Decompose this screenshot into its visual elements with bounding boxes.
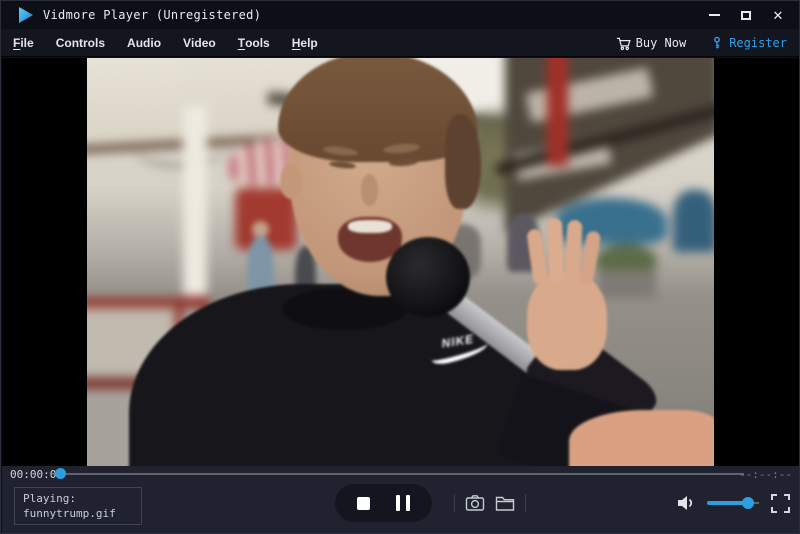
- stop-button[interactable]: [357, 497, 370, 510]
- maximize-button[interactable]: [735, 4, 757, 26]
- fullscreen-button[interactable]: [771, 494, 790, 513]
- menu-controls[interactable]: Controls: [45, 29, 116, 57]
- volume-fill: [707, 501, 745, 505]
- snapshot-button[interactable]: [465, 494, 485, 512]
- playback-controls: [335, 484, 432, 522]
- progress-bar[interactable]: [66, 473, 744, 475]
- volume-slider[interactable]: [707, 497, 759, 509]
- video-scene-foreground: NIKE: [87, 58, 714, 466]
- register-link[interactable]: Register: [710, 36, 787, 50]
- video-stage: NIKE: [2, 58, 800, 466]
- camera-icon: [465, 494, 485, 512]
- video-frame[interactable]: NIKE: [87, 58, 714, 466]
- progress-handle[interactable]: [55, 468, 66, 479]
- pause-icon: [396, 495, 410, 511]
- menu-help[interactable]: Help: [281, 29, 329, 57]
- key-icon: [710, 36, 724, 50]
- menu-file[interactable]: File: [1, 29, 45, 57]
- control-bar: 00:00:00 --:--:-- Playing: funnytrump.gi…: [2, 466, 800, 534]
- interviewer-hand: [569, 410, 714, 466]
- now-playing-box: Playing: funnytrump.gif: [14, 487, 142, 525]
- close-icon: ✕: [773, 9, 784, 22]
- menu-video[interactable]: Video: [172, 29, 227, 57]
- folder-icon: [495, 495, 515, 512]
- app-logo-play-icon: [18, 7, 33, 23]
- total-time: --:--:--: [739, 468, 792, 481]
- open-snapshot-folder-button[interactable]: [495, 495, 515, 512]
- playing-label: Playing:: [23, 491, 133, 506]
- minimize-icon: [709, 14, 720, 16]
- divider: [454, 494, 455, 512]
- buy-now-link[interactable]: Buy Now: [616, 36, 687, 51]
- close-button[interactable]: ✕: [767, 4, 789, 26]
- fullscreen-icon: [771, 494, 790, 513]
- raised-hand: [527, 272, 607, 370]
- microphone-foam: [386, 237, 470, 317]
- player-window: Vidmore Player (Unregistered) ✕ File Con…: [0, 0, 800, 534]
- pause-button[interactable]: [396, 495, 410, 511]
- menu-tools[interactable]: Tools: [227, 29, 281, 57]
- menu-audio[interactable]: Audio: [116, 29, 172, 57]
- window-title: Vidmore Player (Unregistered): [43, 8, 261, 22]
- volume-handle[interactable]: [742, 497, 754, 509]
- menubar: File Controls Audio Video Tools Help Buy…: [1, 29, 799, 57]
- titlebar: Vidmore Player (Unregistered) ✕: [1, 1, 799, 29]
- speaker-icon: [677, 495, 695, 511]
- cart-icon: [616, 36, 631, 51]
- maximize-icon: [741, 11, 751, 20]
- divider: [525, 494, 526, 512]
- stop-icon: [357, 497, 370, 510]
- playing-filename: funnytrump.gif: [23, 506, 133, 521]
- mute-button[interactable]: [677, 495, 695, 511]
- minimize-button[interactable]: [703, 4, 725, 26]
